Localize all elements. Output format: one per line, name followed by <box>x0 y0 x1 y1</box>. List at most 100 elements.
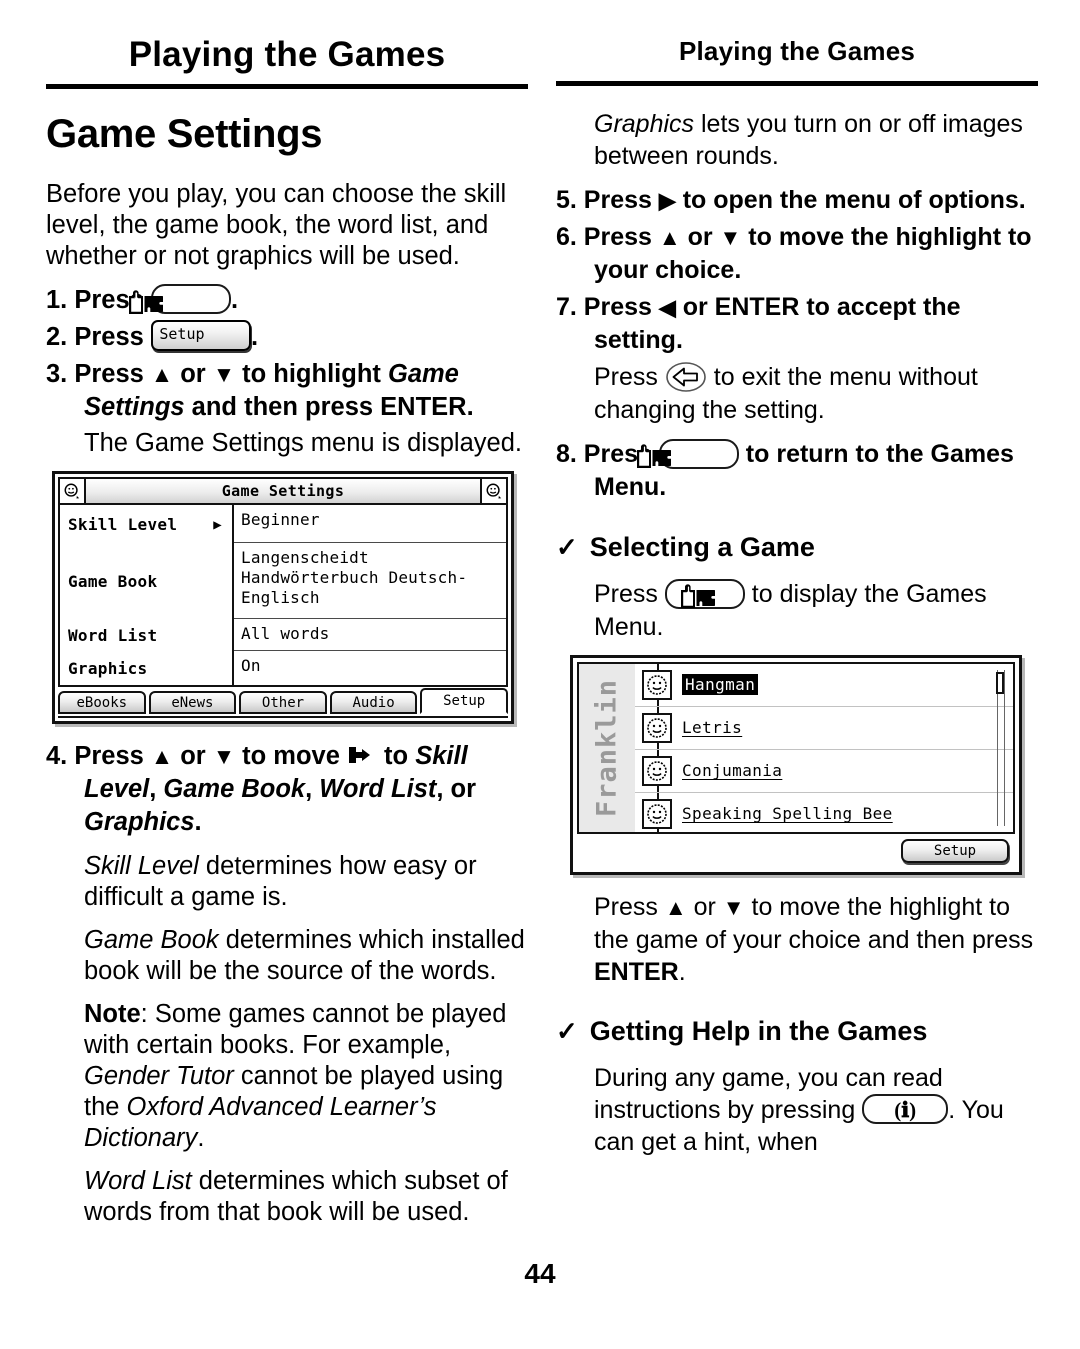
step-3-pre: 3. Press <box>46 360 151 388</box>
lcd-settings-labels: Skill Level ▶ Game Book Word List Graphi… <box>60 505 234 685</box>
setting-value-game-book[interactable]: Langenscheidt Handwörterbuch Deutsch-Eng… <box>234 543 506 619</box>
setup-button[interactable]: Setup <box>901 838 1009 863</box>
games-menu-screenshot: Franklin Hangman Letris Conjumania Speak… <box>570 654 1022 875</box>
arrow-left-icon: ◀ <box>658 295 676 320</box>
step-3: 3. Press ▲ or ▼ to highlight Game Settin… <box>46 358 528 424</box>
skill-level-description: Skill Level determines how easy or diffi… <box>84 851 528 913</box>
step-6-or: or <box>680 223 720 251</box>
step-4-sep-1: , <box>149 775 164 803</box>
note-italic-2: Oxford Advanced Learner’s Dictionary <box>84 1093 437 1152</box>
setting-row-game-book[interactable]: Game Book <box>60 543 232 619</box>
game-name-speaking-spelling-bee[interactable]: Speaking Spelling Bee <box>682 804 893 823</box>
setting-row-skill-level[interactable]: Skill Level ▶ <box>60 505 232 543</box>
note-paragraph: Note: Some games cannot be played with c… <box>84 999 528 1154</box>
games-list: Hangman Letris Conjumania Speaking Spell… <box>635 663 1013 832</box>
manual-page: Playing the Games Game Settings Before y… <box>0 0 1080 1349</box>
heading-getting-help: ✓ Getting Help in the Games <box>556 1014 1038 1048</box>
list-item[interactable]: Letris <box>635 707 1013 750</box>
after-menu-pre: Press <box>594 892 665 921</box>
step-3-note: The Game Settings menu is displayed. <box>84 429 522 457</box>
checkmark-icon: ✓ <box>556 532 578 563</box>
right-column: Playing the Games Graphics lets you turn… <box>556 34 1038 1170</box>
step-5-end: to open the menu of options. <box>675 186 1026 214</box>
arrow-up-icon: ▲ <box>150 744 174 769</box>
tab-other[interactable]: Other <box>239 691 327 714</box>
lcd-settings-values: Beginner Langenscheidt Handwörterbuch De… <box>234 505 506 685</box>
word-list-description: Word List determines which subset of wor… <box>84 1166 528 1228</box>
step-4-end: . <box>194 808 202 836</box>
brand-watermark: Franklin <box>579 663 635 832</box>
setting-label: Skill Level <box>68 515 178 534</box>
header-rule-left <box>46 84 528 89</box>
step-4-item-4: Graphics <box>84 808 195 836</box>
left-column: Playing the Games Game Settings Before y… <box>46 34 528 1240</box>
game-book-term: Game Book <box>84 926 219 954</box>
brand-text: Franklin <box>591 678 623 817</box>
flag-cursor-icon <box>347 745 377 767</box>
step-4-item-3: Word List <box>319 775 437 803</box>
selecting-instruction: Press to display the Games Menu. <box>594 578 1038 642</box>
intro-paragraph: Before you play, you can choose the skil… <box>46 180 507 270</box>
step-5-pre: 5. Press <box>556 186 659 214</box>
tab-ebooks[interactable]: eBooks <box>58 691 146 714</box>
note-label: Note <box>84 1000 141 1028</box>
list-item[interactable]: Conjumania <box>635 750 1013 793</box>
step-3-or: or <box>173 360 213 388</box>
page-title: Game Settings <box>46 112 323 156</box>
puzzle-piece-icon <box>677 584 719 609</box>
setting-value-skill-level[interactable]: Beginner <box>234 505 506 543</box>
skill-level-term: Skill Level <box>84 852 199 880</box>
arrow-right-icon: ▶ <box>658 188 676 213</box>
help-instruction: During any game, you can read instructio… <box>594 1062 1038 1158</box>
step-3-end: and then press ENTER. <box>184 393 474 421</box>
game-name-hangman[interactable]: Hangman <box>682 674 759 696</box>
setting-value-graphics[interactable]: On <box>234 651 506 685</box>
game-name-letris[interactable]: Letris <box>682 718 742 737</box>
setting-row-graphics[interactable]: Graphics <box>60 651 232 685</box>
page-number: 44 <box>524 1258 556 1289</box>
list-item[interactable]: Hangman <box>635 664 1013 707</box>
back-arrow-key <box>665 361 707 393</box>
info-key-glyph: (ℹ) <box>894 1098 917 1123</box>
after-menu-end: . <box>678 957 686 986</box>
game-name-conjumania[interactable]: Conjumania <box>682 761 782 780</box>
arrow-down-icon: ▼ <box>722 894 745 920</box>
step-3-mid: to highlight <box>235 360 388 388</box>
setting-label: Word List <box>68 626 158 645</box>
step-7-note: Press to exit the menu without changing … <box>594 361 1038 426</box>
checkmark-icon: ✓ <box>556 1015 578 1046</box>
setting-label: Game Book <box>68 572 158 591</box>
arrow-up-icon: ▲ <box>150 362 174 387</box>
step-4-item-2: Game Book <box>163 775 306 803</box>
list-item[interactable]: Speaking Spelling Bee <box>635 793 1013 832</box>
after-menu-instruction: Press ▲ or ▼ to move the highlight to th… <box>594 891 1038 988</box>
note-italic-1: Gender Tutor <box>84 1062 234 1090</box>
graphics-description: Graphics lets you turn on or off images … <box>594 108 1038 172</box>
scrollbar-thumb[interactable] <box>996 671 1004 694</box>
scrollbar[interactable] <box>996 669 1005 826</box>
info-key: (ℹ) <box>862 1094 949 1125</box>
smiley-face-icon <box>642 669 672 700</box>
arrow-up-icon: ▲ <box>664 894 687 920</box>
step-4-post: to <box>376 742 416 770</box>
step-2: 2. Press Setup. <box>46 319 528 354</box>
tab-audio[interactable]: Audio <box>329 691 418 714</box>
tab-setup[interactable]: Setup <box>420 688 508 714</box>
running-head-right: Playing the Games <box>678 36 916 66</box>
step-5: 5. Press ▶ to open the menu of options. <box>556 184 1038 217</box>
note-text-a: : Some games cannot be played with certa… <box>84 1000 507 1059</box>
setting-value-word-list[interactable]: All words <box>234 619 506 651</box>
setting-row-word-list[interactable]: Word List <box>60 619 232 651</box>
lcd-titlebar: Game Settings <box>58 477 508 505</box>
heading-text: Selecting a Game <box>589 532 815 563</box>
step-2-after: . <box>250 323 259 351</box>
tab-enews[interactable]: eNews <box>148 691 237 714</box>
step-4-sep-3: , or <box>436 775 477 803</box>
step-7-note-pre: Press <box>594 363 665 391</box>
smiley-face-icon-left <box>60 479 86 503</box>
after-menu-enter: ENTER <box>594 957 679 986</box>
games-key <box>128 284 231 315</box>
game-settings-screenshot: Game Settings Skill Level ▶ Game Book Wo… <box>52 471 514 724</box>
heading-text: Getting Help in the Games <box>589 1015 928 1046</box>
step-6: 6. Press ▲ or ▼ to move the highlight to… <box>556 221 1038 287</box>
